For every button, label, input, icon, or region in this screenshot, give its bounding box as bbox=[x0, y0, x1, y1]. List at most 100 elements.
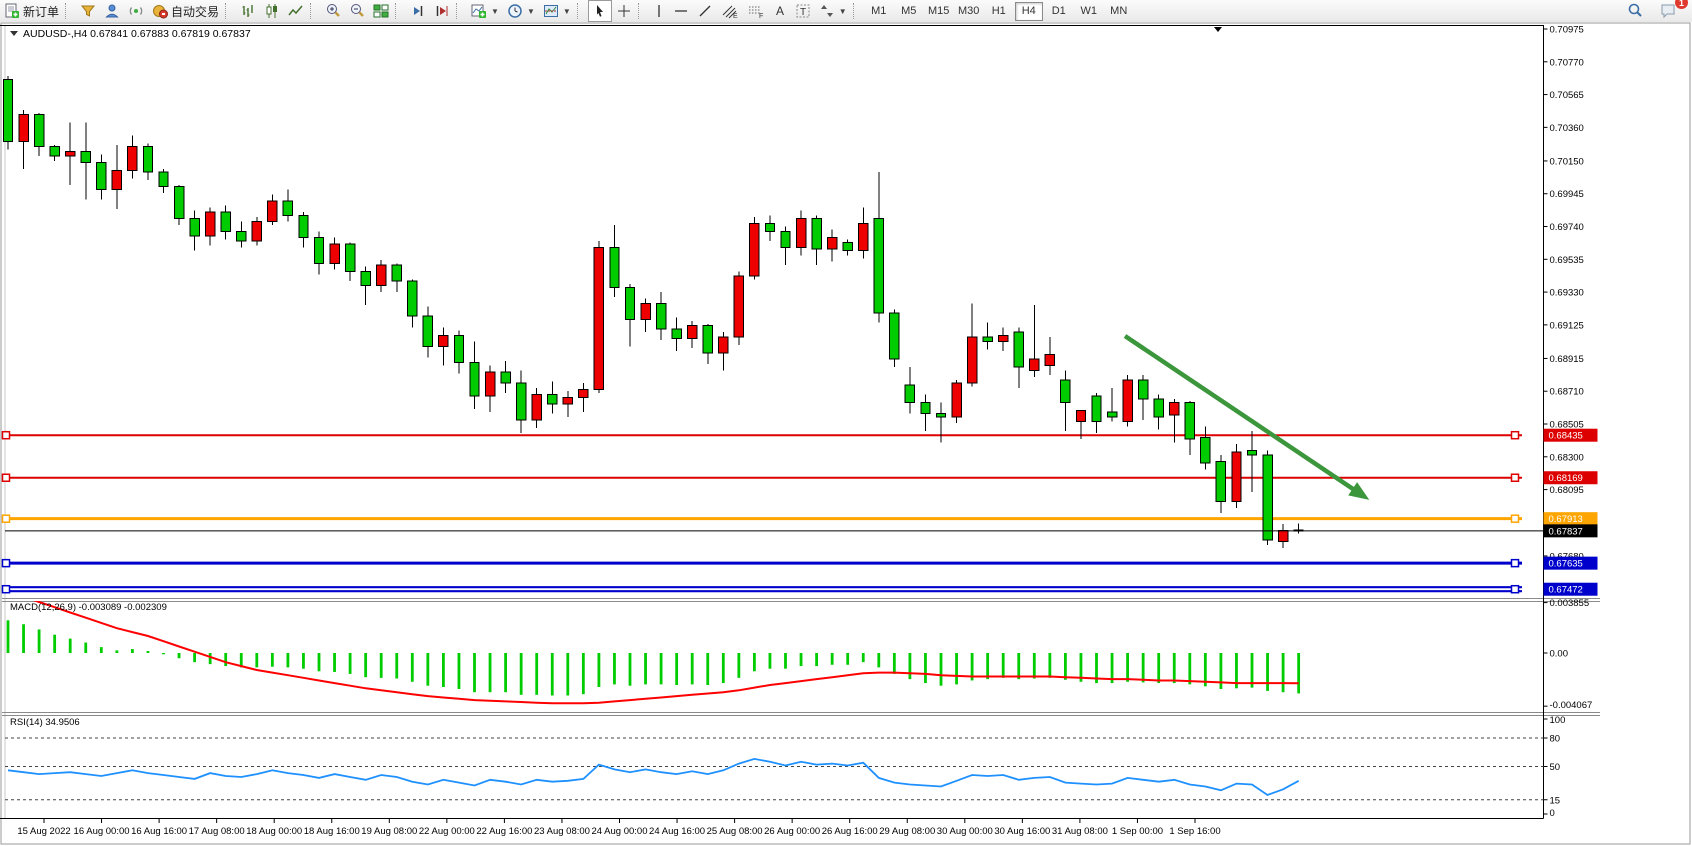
timeframe-m5[interactable]: M5 bbox=[895, 2, 923, 21]
chart-svg[interactable]: 0.709750.707700.705650.703600.701500.699… bbox=[0, 22, 1692, 846]
timeframe-mn[interactable]: MN bbox=[1105, 2, 1133, 21]
text-label-button[interactable]: T bbox=[791, 0, 815, 22]
crosshair-tool-button[interactable] bbox=[612, 0, 636, 22]
price-tick-label: 0.69535 bbox=[1550, 255, 1584, 266]
time-label: 29 Aug 08:00 bbox=[879, 826, 935, 837]
rsi-label: RSI(14) 34.9506 bbox=[10, 717, 80, 728]
price-tick-label: 0.70150 bbox=[1550, 156, 1584, 167]
line-handle bbox=[3, 586, 10, 593]
candle bbox=[1263, 455, 1272, 540]
time-label: 25 Aug 08:00 bbox=[707, 826, 763, 837]
candle bbox=[563, 398, 572, 404]
timeframe-h4[interactable]: H4 bbox=[1015, 2, 1043, 21]
candle bbox=[921, 402, 930, 413]
time-label: 30 Aug 00:00 bbox=[937, 826, 993, 837]
macd-tick-label: 0.00 bbox=[1550, 649, 1569, 660]
timeframe-w1[interactable]: W1 bbox=[1075, 2, 1103, 21]
cursor-tool-button[interactable] bbox=[588, 0, 612, 22]
arrows-tool-button[interactable]: ▼ bbox=[815, 0, 851, 22]
line-handle bbox=[3, 560, 10, 567]
candle bbox=[1107, 412, 1116, 417]
equidistant-channel-icon: E bbox=[721, 3, 739, 19]
vertical-line-button[interactable] bbox=[649, 0, 669, 22]
equidistant-channel-button[interactable]: E bbox=[717, 0, 743, 22]
price-badge-label: 0.67472 bbox=[1549, 585, 1583, 596]
timeframe-h1[interactable]: H1 bbox=[985, 2, 1013, 21]
funnel-button[interactable] bbox=[76, 0, 100, 22]
signal-icon bbox=[128, 3, 144, 19]
timeframe-m30[interactable]: M30 bbox=[955, 2, 983, 21]
price-badge-label: 0.67635 bbox=[1549, 559, 1583, 570]
toolbar-separator bbox=[225, 3, 232, 19]
svg-text:T: T bbox=[800, 7, 806, 18]
candle bbox=[454, 335, 463, 362]
new-order-button[interactable]: 新订单 bbox=[0, 0, 63, 22]
trendline-icon bbox=[697, 3, 713, 19]
timeframe-m1[interactable]: M1 bbox=[865, 2, 893, 21]
candle bbox=[952, 383, 961, 417]
signal-button[interactable] bbox=[124, 0, 148, 22]
price-badge-label: 0.68169 bbox=[1549, 473, 1583, 484]
candle bbox=[330, 244, 339, 263]
svg-text:A: A bbox=[776, 4, 784, 18]
candle bbox=[781, 231, 790, 247]
time-label: 23 Aug 08:00 bbox=[534, 826, 590, 837]
candle bbox=[1278, 530, 1287, 541]
shift-end-button[interactable] bbox=[406, 0, 430, 22]
add-indicator-icon bbox=[471, 3, 487, 19]
candle bbox=[1185, 402, 1194, 439]
timeframe-m15[interactable]: M15 bbox=[925, 2, 953, 21]
period-button[interactable]: ▼ bbox=[503, 0, 539, 22]
price-badge-0.67472: 0.67472 bbox=[1544, 583, 1598, 596]
line-handle bbox=[1512, 432, 1519, 439]
zoom-in-icon bbox=[325, 3, 341, 19]
line-chart-button[interactable] bbox=[284, 0, 308, 22]
candle bbox=[641, 303, 650, 319]
time-label: 19 Aug 08:00 bbox=[361, 826, 417, 837]
candle bbox=[874, 219, 883, 313]
time-label: 22 Aug 16:00 bbox=[476, 826, 532, 837]
candle bbox=[1170, 402, 1179, 415]
price-badge-0.67635: 0.67635 bbox=[1544, 557, 1598, 570]
time-label: 15 Aug 2022 bbox=[17, 826, 70, 837]
candle bbox=[299, 215, 308, 237]
new-order-label: 新订单 bbox=[23, 3, 59, 20]
time-label: 24 Aug 00:00 bbox=[592, 826, 648, 837]
toolbar-separator bbox=[395, 3, 402, 19]
not§ification-badge: 1 bbox=[1675, 0, 1688, 9]
candle bbox=[1092, 396, 1101, 422]
bar-chart-button[interactable] bbox=[236, 0, 260, 22]
candle bbox=[159, 172, 168, 186]
horizontal-line-button[interactable] bbox=[669, 0, 693, 22]
tile-windows-button[interactable] bbox=[369, 0, 393, 22]
search-button[interactable] bbox=[1622, 0, 1648, 22]
candle bbox=[439, 335, 448, 346]
profile-button[interactable] bbox=[100, 0, 124, 22]
candle bbox=[532, 394, 541, 420]
candle bbox=[859, 223, 868, 250]
candle bbox=[1045, 354, 1054, 365]
chevron-down-icon: ▼ bbox=[839, 7, 847, 16]
shift-chart-button[interactable] bbox=[430, 0, 454, 22]
zoom-in-button[interactable] bbox=[321, 0, 345, 22]
candle-chart-button[interactable] bbox=[260, 0, 284, 22]
text-button[interactable]: A bbox=[769, 0, 791, 22]
svg-text:E: E bbox=[733, 13, 738, 19]
candle bbox=[190, 219, 199, 237]
candle bbox=[890, 313, 899, 359]
candle bbox=[1030, 359, 1039, 370]
vertical-line-icon bbox=[653, 3, 665, 19]
candle bbox=[548, 394, 557, 404]
autotrade-icon bbox=[152, 3, 168, 19]
timeframe-d1[interactable]: D1 bbox=[1045, 2, 1073, 21]
template-button[interactable]: ▼ bbox=[539, 0, 575, 22]
zoom-out-button[interactable] bbox=[345, 0, 369, 22]
candle bbox=[377, 265, 386, 286]
rsi-tick-label: 15 bbox=[1550, 795, 1561, 806]
candle bbox=[688, 326, 697, 339]
auto-trading-button[interactable]: 自动交易 bbox=[148, 0, 223, 22]
fibonacci-button[interactable]: F bbox=[743, 0, 769, 22]
trendline-button[interactable] bbox=[693, 0, 717, 22]
notifications-button[interactable]: 1 bbox=[1656, 0, 1682, 22]
add-indicator-button[interactable]: ▼ bbox=[467, 0, 503, 22]
